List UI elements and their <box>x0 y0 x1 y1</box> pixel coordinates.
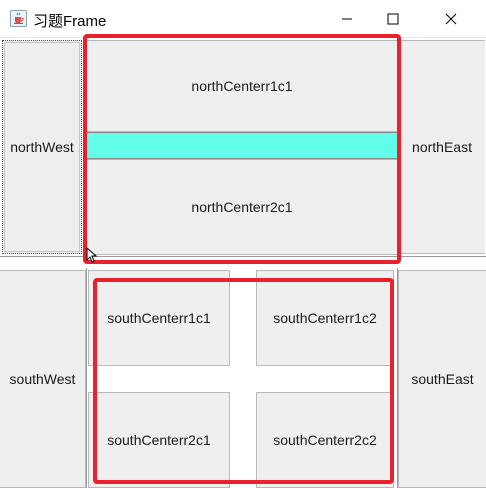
north-east-label: northEast <box>412 139 472 155</box>
south-center-r1c1-button[interactable]: southCenterr1c1 <box>88 270 230 366</box>
north-center-r1c1-button[interactable]: northCenterr1c1 <box>86 40 398 132</box>
maximize-button[interactable] <box>370 0 416 38</box>
mouse-cursor-icon <box>86 247 98 263</box>
south-east-button[interactable]: southEast <box>398 270 486 488</box>
south-center-r1c2-button[interactable]: southCenterr1c2 <box>256 270 394 366</box>
north-center-r2c1-label: northCenterr2c1 <box>191 199 293 215</box>
south-center-r1c1-label: southCenterr1c1 <box>107 310 211 326</box>
south-west-button[interactable]: southWest <box>0 270 86 488</box>
south-west-label: southWest <box>9 371 76 387</box>
south-center-r2c1-button[interactable]: southCenterr2c1 <box>88 392 230 488</box>
north-east-button[interactable]: northEast <box>398 40 485 254</box>
region-divider <box>0 256 486 268</box>
south-center-r1c2-label: southCenterr1c2 <box>273 310 377 326</box>
close-icon <box>445 13 457 25</box>
south-center-r2c2-label: southCenterr2c2 <box>273 432 377 448</box>
north-west-label: northWest <box>10 139 74 155</box>
minimize-icon <box>342 18 352 20</box>
south-center-r2c1-label: southCenterr2c1 <box>107 432 211 448</box>
south-east-label: southEast <box>411 371 474 387</box>
frame-content: northWest northCenterr1c1 northCenterr2c… <box>0 34 486 488</box>
java-cup-icon <box>10 10 27 27</box>
north-center-r2c1-button[interactable]: northCenterr2c1 <box>86 159 398 255</box>
title-bar: 习题Frame <box>0 0 486 38</box>
south-center-r2c2-button[interactable]: southCenterr2c2 <box>256 392 394 488</box>
north-center-r1c1-label: northCenterr1c1 <box>191 78 293 94</box>
north-center-cyan-bar <box>86 132 398 159</box>
close-button[interactable] <box>428 0 474 38</box>
minimize-button[interactable] <box>324 0 370 38</box>
north-west-button[interactable]: northWest <box>2 40 82 254</box>
window-title: 习题Frame <box>33 13 107 30</box>
maximize-icon <box>387 13 399 25</box>
